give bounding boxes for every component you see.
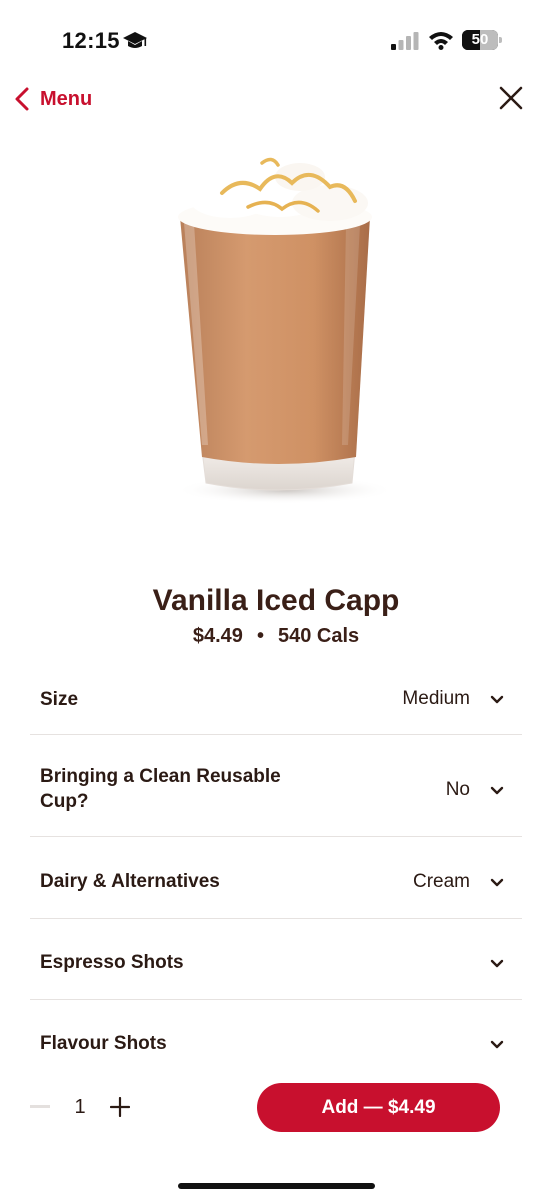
plus-icon[interactable] [110,1097,130,1117]
option-value: Cream [412,871,470,892]
back-label: Menu [40,87,93,110]
product-image [175,157,395,504]
signal-icon [391,32,419,50]
product-title: Vanilla Iced Capp [152,584,400,617]
chevron-down-icon [490,695,504,704]
option-label: Dairy & Alternatives [40,871,220,892]
battery-cap [499,37,502,43]
product-meta: $4.49 • 540 Cals [0,625,552,648]
meta-separator: • [256,625,264,647]
option-label: Espresso Shots [40,952,184,973]
chevron-down-icon [490,786,504,795]
option-label: Size [40,689,79,710]
quantity-value: 1 [74,1096,86,1118]
options-list: Size Medium Bringing a Clean Reusable Cu… [30,664,522,1080]
battery-icon: 50 [462,30,502,50]
back-button[interactable]: Menu [14,84,92,114]
product-price: $4.49 [192,625,243,647]
graduation-cap-icon [123,32,147,48]
option-flavour-shots[interactable]: Flavour Shots [30,1000,522,1080]
close-icon[interactable] [498,85,524,111]
quantity-minus-button[interactable] [30,1105,50,1108]
chevron-down-icon [490,1040,504,1049]
option-label: Flavour Shots [40,1033,167,1054]
battery-level: 50 [471,31,489,48]
option-label: Bringing a Clean Reusable Cup? [40,766,281,812]
wifi-icon [429,32,453,50]
battery-body: 50 [462,30,498,50]
option-value: No [445,779,470,800]
option-value: Medium [402,688,470,709]
product-calories: 540 Cals [277,625,360,647]
add-to-order-button[interactable]: Add — $4.49 [257,1083,500,1132]
status-bar: 12:15 50 [0,0,552,80]
chevron-down-icon [490,878,504,887]
chevron-down-icon [490,959,504,968]
chevron-left-icon [15,87,29,111]
option-reusable-cup[interactable]: Bringing a Clean Reusable Cup? No [30,735,522,837]
option-espresso-shots[interactable]: Espresso Shots [30,919,522,1000]
option-dairy[interactable]: Dairy & Alternatives Cream [30,837,522,919]
option-size[interactable]: Size Medium [30,664,522,735]
home-indicator[interactable] [178,1183,375,1189]
status-time: 12:15 [62,28,120,53]
